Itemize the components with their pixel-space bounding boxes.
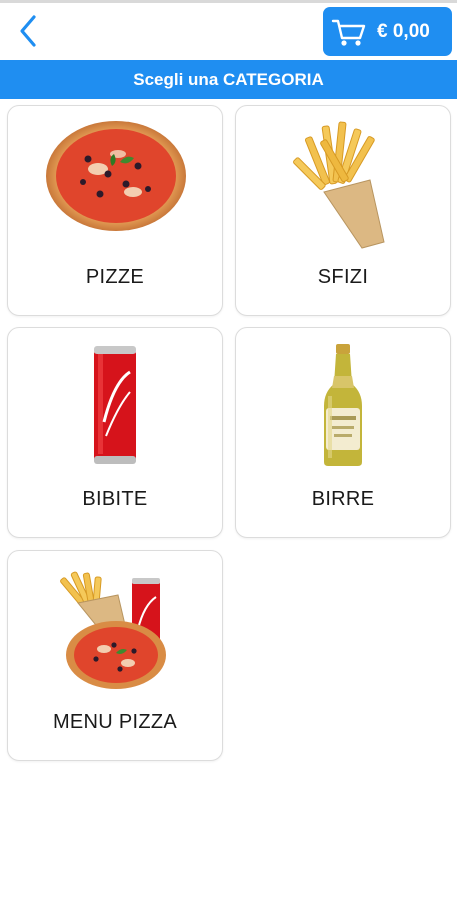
category-label: SFIZI [317, 266, 369, 288]
category-card-pizze[interactable]: PIZZE [7, 105, 223, 316]
back-arrow-icon [20, 15, 36, 47]
cart-icon [331, 19, 366, 46]
pizza-image [46, 121, 186, 231]
fries-image [293, 121, 385, 249]
category-label: BIBITE [82, 488, 148, 510]
category-card-menu-pizza[interactable]: MENU PIZZA [7, 550, 223, 761]
category-card-sfizi[interactable]: SFIZI [235, 105, 451, 316]
cart-total: € 0,00 [377, 21, 430, 42]
category-label: BIRRE [311, 488, 375, 510]
category-card-bibite[interactable]: BIBITE [7, 327, 223, 538]
category-header: Scegli una CATEGORIA [0, 60, 457, 99]
back-button[interactable] [10, 11, 50, 51]
cola-can-image [94, 346, 136, 464]
top-app-bar: € 0,00 [0, 3, 457, 59]
menu-combo-image [60, 571, 166, 689]
category-card-birre[interactable]: BIRRE [235, 327, 451, 538]
category-label: PIZZE [85, 266, 145, 288]
cart-button[interactable]: € 0,00 [323, 7, 452, 56]
category-label: MENU PIZZA [52, 711, 178, 733]
beer-bottle-image [324, 344, 362, 466]
category-header-title: Scegli una CATEGORIA [133, 69, 324, 89]
